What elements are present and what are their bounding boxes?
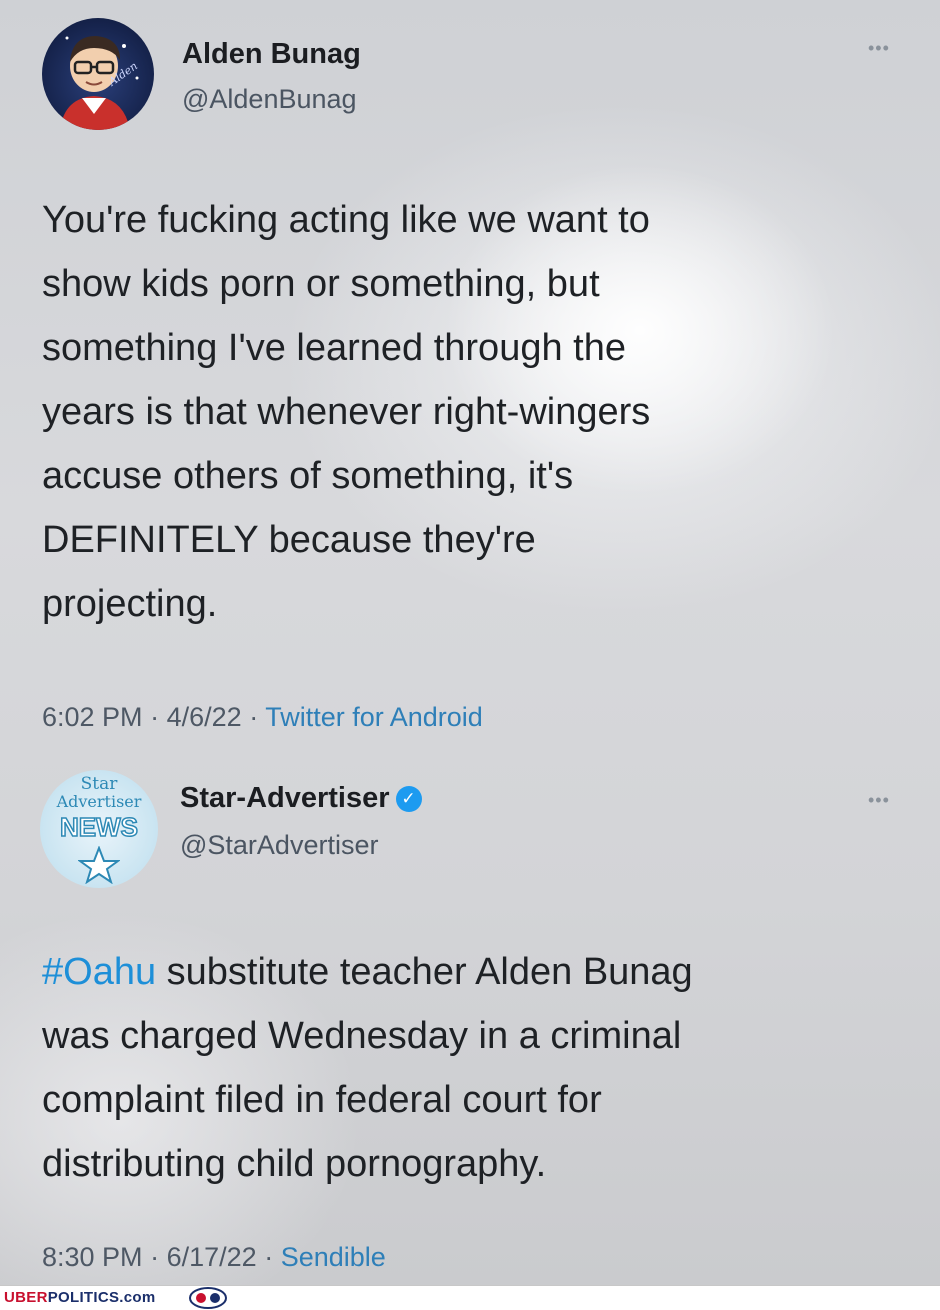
tweet-time[interactable]: 6:02 PM <box>42 702 143 732</box>
separator: · <box>264 1242 274 1272</box>
watermark-text: UBERPOLITICS.com <box>4 1289 155 1306</box>
avatar-line: NEWS <box>59 811 139 843</box>
user-handle[interactable]: @StarAdvertiser <box>180 830 378 861</box>
avatar[interactable]: Star Advertiser NEWS <box>40 770 158 888</box>
watermark-bar: UBERPOLITICS.com <box>0 1285 940 1310</box>
hashtag-link[interactable]: #Oahu <box>42 951 156 993</box>
tweet-date[interactable]: 4/6/22 <box>167 702 242 732</box>
avatar-line: Advertiser <box>56 792 142 811</box>
cartoon-avatar-icon: Alden <box>60 36 140 130</box>
display-name[interactable]: Star-Advertiser <box>180 782 390 814</box>
more-options-icon[interactable]: ••• <box>868 38 890 59</box>
tweet-date[interactable]: 6/17/22 <box>167 1242 257 1272</box>
display-name[interactable]: Alden Bunag <box>182 38 361 71</box>
watermark-brand-red: UBER <box>4 1289 48 1306</box>
separator: · <box>150 1242 160 1272</box>
tweet-source[interactable]: Twitter for Android <box>265 702 483 732</box>
star-icon <box>78 846 120 884</box>
separator: · <box>249 702 259 732</box>
avatar-line: Star <box>80 774 118 794</box>
tweet-time[interactable]: 8:30 PM <box>42 1242 143 1272</box>
tweet-metadata: 8:30 PM · 6/17/22 · Sendible <box>42 1242 386 1273</box>
display-name-row: Star-Advertiser ✓ <box>180 782 422 815</box>
avatar[interactable]: Alden <box>42 18 154 130</box>
user-handle[interactable]: @AldenBunag <box>182 84 357 115</box>
elephant-donkey-logo-icon <box>189 1287 227 1309</box>
verified-badge-icon: ✓ <box>395 786 422 812</box>
tweet-source[interactable]: Sendible <box>281 1242 386 1272</box>
tweet-alden-bunag: Alden Alden Bunag @AldenBunag ••• You're… <box>0 0 940 760</box>
tweet-text: You're fucking acting like we want to sh… <box>42 199 651 625</box>
separator: · <box>150 702 160 732</box>
tweet-text: #Oahu substitute teacher Alden Bunag was… <box>42 940 693 1196</box>
more-options-icon[interactable]: ••• <box>868 790 890 811</box>
watermark-brand-blue: POLITICS.com <box>47 1289 156 1306</box>
tweet-metadata: 6:02 PM · 4/6/22 · Twitter for Android <box>42 702 483 733</box>
